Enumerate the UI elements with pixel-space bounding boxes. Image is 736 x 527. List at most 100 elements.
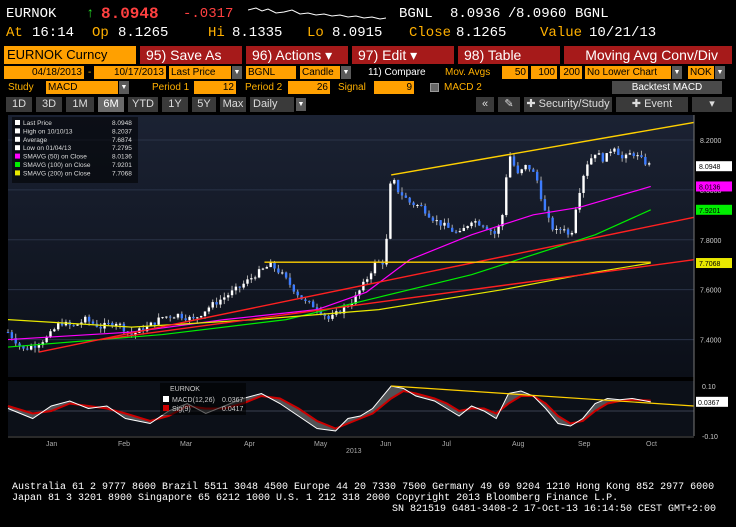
tab-1m[interactable]: 1M	[66, 97, 94, 112]
candle-body	[311, 301, 315, 308]
legend-value: 8.0948	[112, 120, 132, 127]
price-type-select[interactable]: Last Price	[169, 66, 231, 79]
price-flag-label: 8.0948	[699, 164, 721, 171]
candle-body	[617, 148, 620, 155]
candle-body	[412, 202, 415, 206]
chevron-down-icon[interactable]: ▼	[341, 66, 351, 79]
study-select[interactable]: MACD	[46, 81, 118, 94]
tab-5y[interactable]: 5Y	[192, 97, 216, 112]
source-label: BGNL	[399, 6, 433, 22]
legend-swatch	[15, 153, 20, 159]
candle-body	[505, 177, 508, 216]
chevron-down-icon[interactable]: ▼	[119, 81, 129, 94]
signal-series-value: 0.0417	[222, 406, 244, 413]
candle-body	[574, 209, 578, 233]
currency-select[interactable]: NOK	[688, 66, 714, 79]
tab-3d[interactable]: 3D	[36, 97, 62, 112]
period2-field[interactable]: 26	[288, 81, 330, 94]
security-study-button[interactable]: ✚ Security/Study	[524, 97, 612, 112]
candle-body	[223, 297, 226, 300]
tab-ytd[interactable]: YTD	[128, 97, 158, 112]
quote-header: EURNOK ↑ 8.0948 -.0317 BGNL 8.0936 / 8.0…	[6, 5, 657, 41]
study-params-row: Study MACD ▼ Period 1 12 Period 2 26 Sig…	[0, 81, 736, 95]
back-icon[interactable]: «	[476, 97, 494, 112]
candle-body	[180, 313, 184, 319]
mov-avg-1-field[interactable]: 50	[502, 66, 528, 79]
candle-body	[539, 180, 543, 200]
high-value: 8.1335	[232, 25, 283, 41]
candle-body	[543, 199, 547, 211]
candle-body	[497, 226, 500, 234]
price-chart[interactable]: 8.20008.00007.80007.60007.40008.09488.01…	[0, 113, 736, 475]
table-button[interactable]: 98) Table	[458, 46, 560, 64]
candle-body	[628, 153, 632, 155]
x-tick-label: Jun	[380, 441, 391, 448]
plus-icon: ✚	[526, 98, 539, 110]
candle-body	[590, 158, 593, 165]
candle-body	[215, 302, 218, 305]
candle-body	[551, 217, 554, 230]
macd-flag-label: 0.0367	[698, 400, 720, 407]
pricing-source-field[interactable]: BGNL	[246, 66, 296, 79]
mov-avg-2-field[interactable]: 100	[531, 66, 557, 79]
candle-body	[29, 346, 33, 350]
tab-6m[interactable]: 6M	[98, 97, 124, 112]
compare-button[interactable]: 11) Compare	[368, 66, 426, 79]
tab-max[interactable]: Max	[220, 97, 246, 112]
candle-body	[447, 222, 450, 228]
save-as-button[interactable]: 95) Save As	[140, 46, 242, 64]
backtest-button[interactable]: Backtest MACD	[612, 81, 722, 94]
candle-body	[57, 323, 60, 330]
chevron-down-icon[interactable]: ▼	[715, 66, 725, 79]
period2-label: Period 2	[245, 82, 283, 93]
open-label: Op	[92, 25, 109, 41]
actions-menu[interactable]: 96) Actions ▾	[246, 46, 348, 64]
y-tick-label: 8.2000	[700, 138, 722, 145]
mov-avg-3-field[interactable]: 200	[560, 66, 582, 79]
candle-body	[609, 151, 612, 154]
study-title[interactable]: Moving Avg Conv/Div	[564, 46, 732, 64]
footer-line-3: SN 821519 G481-3408-2 17-Oct-13 16:14:50…	[392, 504, 717, 515]
chart-type-select[interactable]: Candle	[300, 66, 340, 79]
intraday-sparkline	[248, 7, 386, 20]
chevron-down-icon[interactable]: ▼	[672, 66, 682, 79]
tab-1y[interactable]: 1Y	[162, 97, 188, 112]
candle-body	[99, 326, 102, 329]
candle-body	[242, 283, 245, 288]
study-label: Study	[8, 82, 34, 93]
candle-body	[184, 318, 187, 321]
settings-icon[interactable]: ▾	[692, 97, 732, 112]
macd2-checkbox[interactable]	[430, 83, 439, 92]
candle-body	[435, 220, 438, 222]
value-date: 10/21/13	[589, 25, 657, 41]
event-button[interactable]: ✚ Event	[616, 97, 688, 112]
end-date-field[interactable]: 10/17/2013	[94, 66, 166, 79]
candle-body	[331, 314, 334, 319]
draw-tool-icon[interactable]: ✎	[498, 97, 520, 112]
low-value: 8.0915	[332, 25, 383, 41]
candle-body	[91, 321, 95, 324]
edit-menu[interactable]: 97) Edit ▾	[352, 46, 454, 64]
period1-field[interactable]: 12	[194, 81, 236, 94]
candle-body	[462, 228, 465, 232]
price-flag-label: 7.9201	[699, 208, 721, 215]
legend-label: High on 10/10/13	[23, 128, 73, 135]
candle-body	[624, 154, 628, 159]
candle-body	[118, 323, 122, 325]
tab-1d[interactable]: 1D	[6, 97, 32, 112]
candle-body	[26, 348, 29, 350]
start-date-field[interactable]: 04/18/2013	[4, 66, 84, 79]
lower-chart-select[interactable]: No Lower Chart	[585, 66, 671, 79]
candle-body	[296, 291, 299, 296]
candle-body	[165, 316, 168, 318]
macd-swatch	[163, 396, 169, 402]
frequency-select[interactable]: Daily	[250, 97, 294, 112]
chevron-down-icon[interactable]: ▼	[232, 66, 242, 79]
ask-price: 8.0960	[516, 6, 567, 22]
legend-swatch	[15, 136, 20, 142]
candle-body	[478, 221, 481, 226]
candle-body	[366, 279, 369, 282]
signal-field[interactable]: 9	[374, 81, 414, 94]
candle-body	[516, 165, 520, 174]
chevron-down-icon[interactable]: ▼	[296, 98, 306, 111]
